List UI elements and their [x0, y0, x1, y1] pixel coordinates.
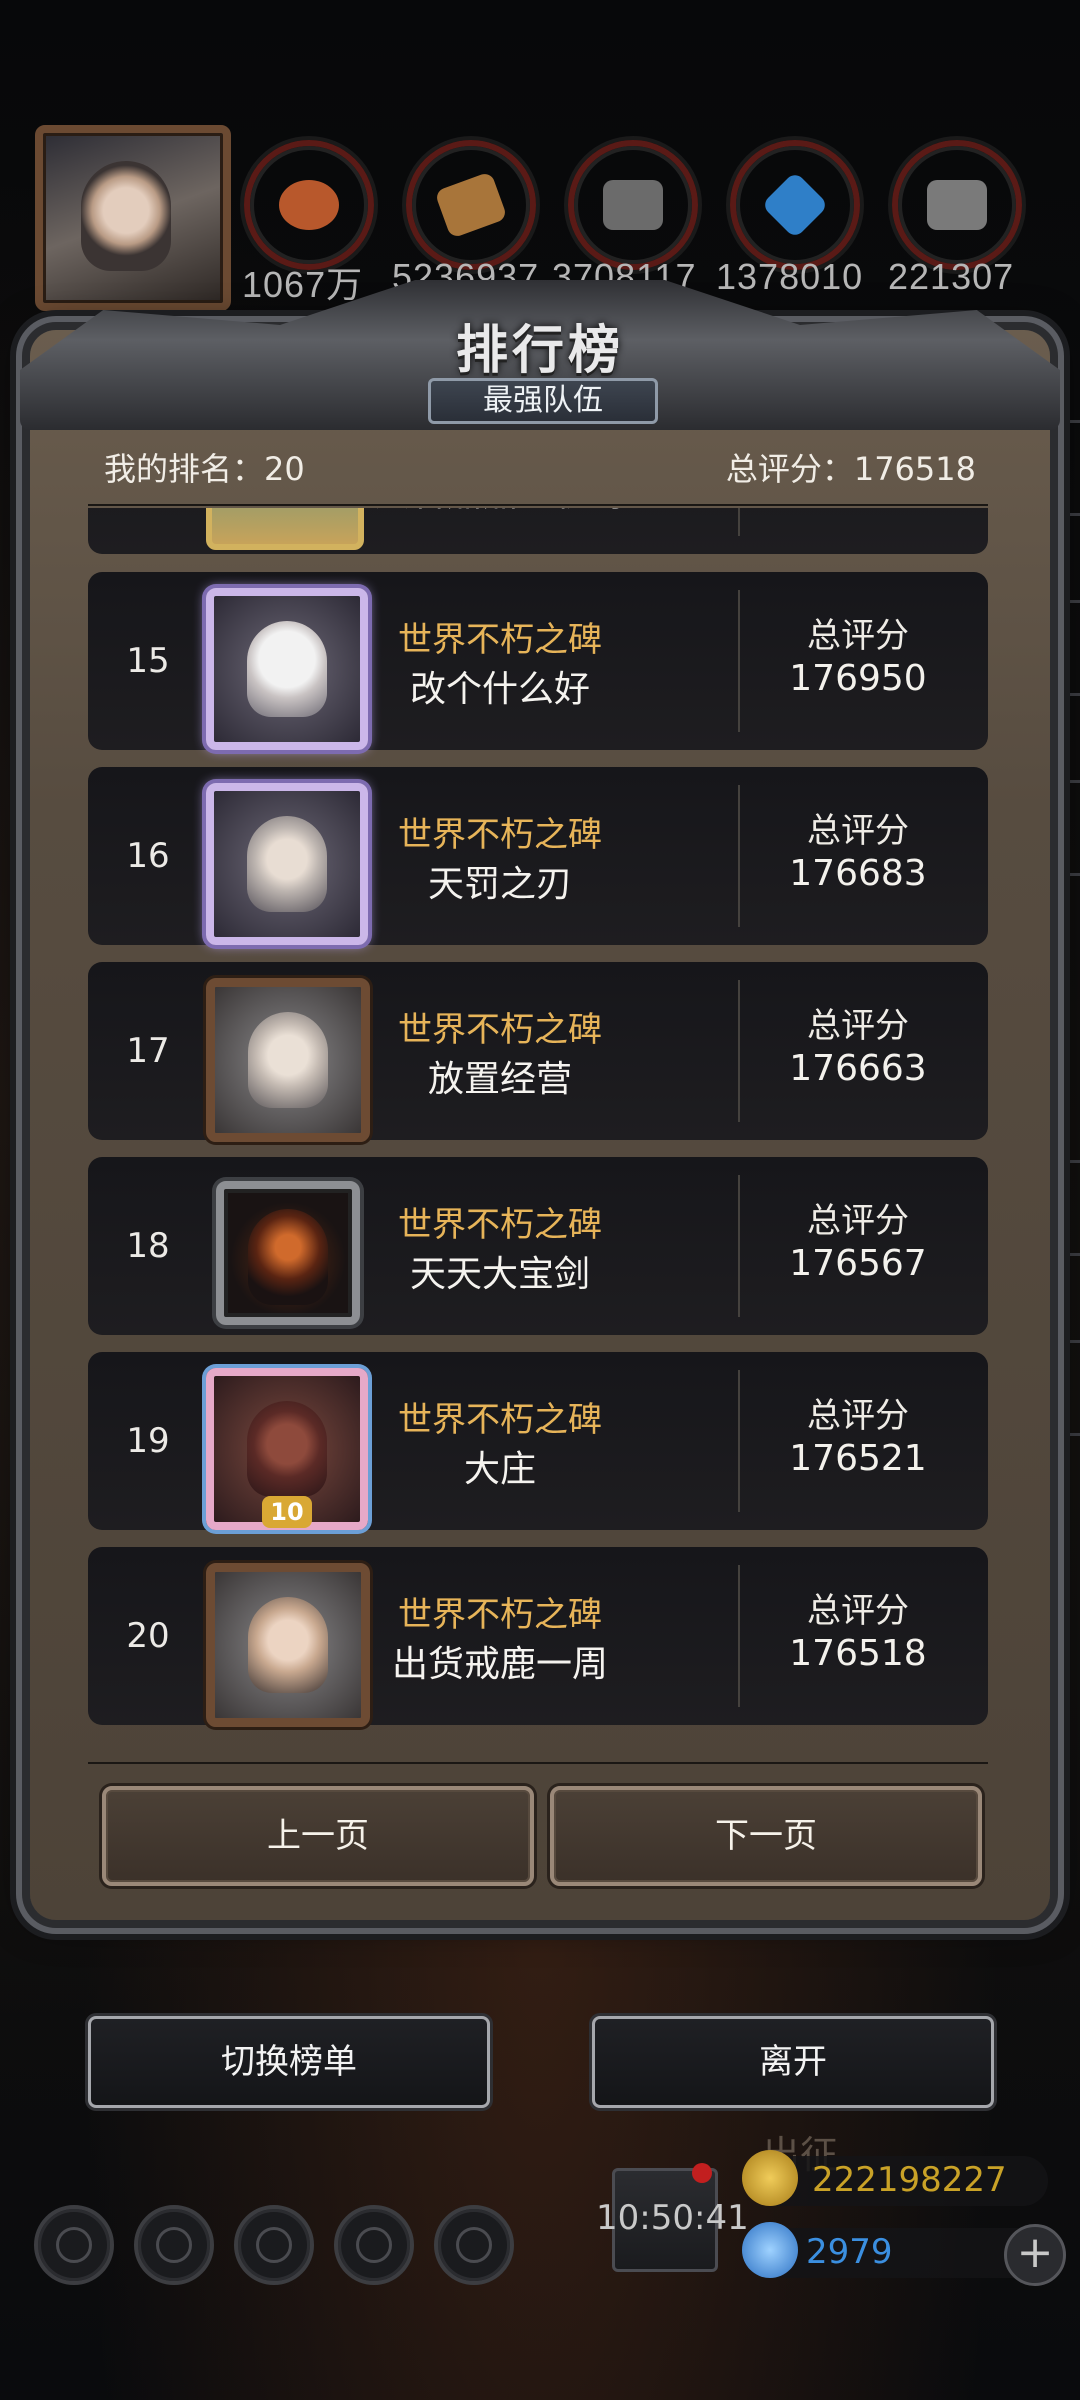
row-divider [738, 508, 740, 536]
avatar-portrait [248, 1597, 328, 1693]
player-avatar[interactable] [206, 783, 368, 945]
meat-value: 1067万 [242, 264, 364, 305]
list-bottom-divider [88, 1762, 988, 1764]
row-divider [738, 590, 740, 732]
player-avatar[interactable] [35, 125, 231, 311]
row-divider [738, 1565, 740, 1707]
row-divider [738, 785, 740, 927]
player-name: 天天大宝剑 [409, 1254, 590, 1295]
player-score: 176521 [789, 1438, 927, 1479]
hooded-figure-icon [248, 1209, 328, 1305]
row-divider [738, 1175, 740, 1317]
leave-button[interactable]: 离开 [592, 2016, 994, 2108]
wood-icon[interactable] [406, 140, 536, 270]
crystal-value: 1378010 [716, 256, 864, 297]
ranking-list[interactable]: 大名鼎鼎飞机哥 176979 15 世界不朽之碑 改个什么好 总评分 17695… [88, 508, 988, 1760]
rank-number: 18 [126, 1226, 170, 1266]
rank-number: 16 [126, 836, 170, 876]
meat-icon[interactable] [244, 140, 374, 270]
gold-coin-icon [742, 2150, 798, 2206]
alliance-name: 世界不朽之碑 [398, 1010, 602, 1050]
next-page-button[interactable]: 下一页 [550, 1786, 982, 1886]
table-row[interactable]: 17 世界不朽之碑 放置经营 总评分 176663 [88, 962, 988, 1142]
player-score: 176683 [789, 853, 927, 894]
settings-icon[interactable] [34, 2205, 114, 2285]
alliance-name: 世界不朽之碑 [398, 1595, 602, 1635]
score-label: 总评分 [807, 616, 909, 656]
guild-icon[interactable] [234, 2205, 314, 2285]
table-row[interactable]: 20 世界不朽之碑 出货戒鹿一周 总评分 176518 [88, 1547, 988, 1727]
mail-icon[interactable] [334, 2205, 414, 2285]
my-score-label: 总评分：176518 [725, 450, 976, 488]
row-divider [738, 1370, 740, 1512]
player-avatar[interactable] [206, 1563, 370, 1727]
vip-badge: 10 [262, 1496, 312, 1528]
stone-value: 221307 [888, 256, 1015, 297]
gift-timer: 10:50:41 [596, 2198, 749, 2238]
alliance-name: 世界不朽之碑 [398, 1400, 602, 1440]
player-name: 天罚之刃 [427, 864, 572, 905]
score-label: 总评分 [807, 1396, 909, 1436]
alliance-name: 世界不朽之碑 [398, 1205, 602, 1245]
avatar-portrait [247, 1401, 327, 1497]
side-menu-tab [1053, 780, 1080, 876]
avatar-portrait [81, 161, 171, 271]
my-rank-label: 我的排名：20 [104, 450, 305, 488]
player-avatar[interactable] [216, 1181, 360, 1325]
avatar-portrait [248, 1012, 328, 1108]
alliance-name: 世界不朽之碑 [398, 620, 602, 660]
gem-icon [742, 2222, 798, 2278]
notification-dot [692, 2163, 712, 2183]
player-name: 放置经营 [427, 1059, 572, 1100]
player-name: 大庄 [463, 1449, 536, 1490]
score-label: 总评分 [807, 1201, 909, 1241]
table-row[interactable]: 19 10 世界不朽之碑 大庄 总评分 176521 [88, 1352, 988, 1530]
unicorn-icon [247, 621, 327, 717]
side-menu-tab [1053, 1160, 1080, 1256]
player-avatar[interactable] [206, 978, 370, 1142]
player-name: 出货戒鹿一周 [391, 1644, 608, 1685]
shop-icon[interactable] [434, 2205, 514, 2285]
switch-board-button[interactable]: 切换榜单 [88, 2016, 490, 2108]
side-menu-tab [1053, 420, 1080, 516]
player-avatar[interactable] [206, 588, 368, 750]
score-label: 总评分 [807, 1006, 909, 1046]
table-row[interactable]: 16 世界不朽之碑 天罚之刃 总评分 176683 [88, 767, 988, 945]
table-row[interactable]: 大名鼎鼎飞机哥 176979 [88, 508, 988, 554]
gold-amount: 222198227 [812, 2160, 1007, 2200]
table-row[interactable]: 15 世界不朽之碑 改个什么好 总评分 176950 [88, 572, 988, 750]
star-icon[interactable] [134, 2205, 214, 2285]
add-currency-button[interactable]: + [1004, 2224, 1066, 2286]
leaderboard-category-tab[interactable]: 最强队伍 [428, 378, 658, 424]
prev-page-button[interactable]: 上一页 [102, 1786, 534, 1886]
player-frame-icon [206, 508, 364, 550]
score-label: 总评分 [807, 1591, 909, 1631]
player-name: 大名鼎鼎飞机哥 [350, 508, 650, 516]
crystal-icon[interactable] [730, 140, 860, 270]
page-title: 排行榜 [455, 321, 624, 381]
list-top-divider [88, 504, 988, 506]
stone-icon[interactable] [892, 140, 1022, 270]
rank-number: 17 [126, 1031, 170, 1071]
player-score: 176663 [789, 1048, 927, 1089]
avatar-portrait [247, 816, 327, 912]
player-score: 176567 [789, 1243, 927, 1284]
row-divider [738, 980, 740, 1122]
player-name: 改个什么好 [409, 669, 590, 710]
iron-icon[interactable] [568, 140, 698, 270]
rank-number: 20 [126, 1616, 170, 1656]
player-score: 176950 [789, 658, 927, 699]
score-label: 总评分 [807, 811, 909, 851]
player-avatar[interactable]: 10 [206, 1368, 368, 1530]
gem-amount: 2979 [806, 2232, 893, 2272]
side-menu-tab [1053, 600, 1080, 696]
table-row[interactable]: 18 世界不朽之碑 天天大宝剑 总评分 176567 [88, 1157, 988, 1335]
alliance-name: 世界不朽之碑 [398, 815, 602, 855]
player-score: 176518 [789, 1633, 927, 1674]
rank-number: 19 [126, 1421, 170, 1461]
side-menu-tab [1053, 1340, 1080, 1436]
rank-number: 15 [126, 641, 170, 681]
